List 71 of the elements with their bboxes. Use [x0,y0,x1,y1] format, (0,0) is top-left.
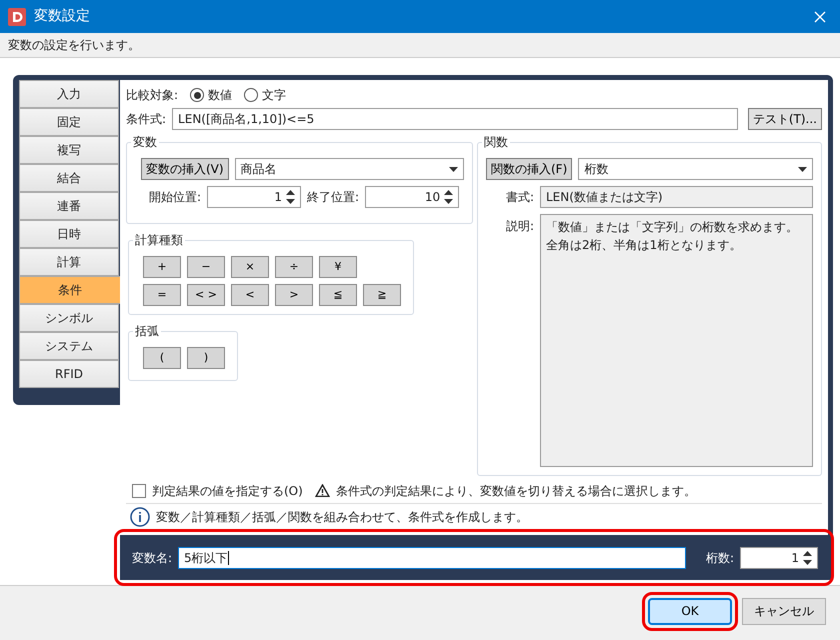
field-label: 桁数: [706,550,734,566]
field-label: 比較対象: [126,87,178,104]
dialog-button[interactable]: キャンセル [742,598,826,624]
category-tab[interactable]: 結合 [19,164,119,192]
operator-button[interactable]: ¥ [319,256,357,278]
group-title: 関数 [483,136,509,148]
spin-value: 1 [274,189,282,206]
operator-button[interactable]: = [143,284,181,306]
variable-name-field[interactable]: 5桁以下 [178,546,686,568]
operator-button[interactable]: ≧ [363,284,401,306]
spin-icon [286,190,296,204]
group-title: 変数 [132,136,158,148]
category-tab[interactable]: 複写 [19,136,119,164]
operator-button[interactable]: × [231,256,269,278]
field-label: 条件式: [126,111,166,128]
group-title: 計算種類 [134,234,184,246]
digits-spinbox[interactable]: 1 [740,546,818,568]
spin-value: 1 [791,550,799,566]
format-field: LEN(数値または文字) [540,186,813,208]
variable-dropdown[interactable]: 商品名 [234,158,464,180]
radio-button[interactable]: 数値 [190,86,232,104]
operator-button[interactable]: < [231,284,269,306]
test-button[interactable]: テスト(T)... [748,108,822,130]
caret-icon [798,166,807,172]
operator-button[interactable]: ÷ [275,256,313,278]
function-dropdown[interactable]: 桁数 [578,158,813,180]
category-tab[interactable]: 入力 [19,80,119,108]
note-text: 条件式の判定結果により、変数値を切り替える場合に選択します。 [336,482,696,500]
operator-button[interactable]: + [143,256,181,278]
window-description: 変数の設定を行います。 [8,37,140,54]
field-label: 書式: [504,189,534,206]
insert-function-button[interactable]: 関数の挿入(F) [486,158,572,180]
bracket-button[interactable]: ( [143,347,181,369]
info-icon [130,507,150,527]
caret-icon [449,166,458,172]
spin-icon [444,190,454,204]
condition-field[interactable]: LEN([商品名,1,10])<=5 [172,108,738,130]
window-title: 変数設定 [34,7,91,26]
field-label: 開始位置: [149,189,202,206]
bracket-button[interactable]: ) [187,347,225,369]
warning-icon [314,484,330,497]
field-label: 終了位置: [307,189,360,206]
group-title: 括弧 [134,325,160,337]
close-icon[interactable] [814,10,826,22]
category-tab[interactable]: 固定 [19,108,119,136]
start-spinbox[interactable]: 1 [207,186,302,208]
field-value: 5桁以下 [184,550,228,566]
spin-value: 10 [424,189,440,206]
dropdown-value: 桁数 [584,161,608,178]
category-tab[interactable]: RFID [19,360,119,388]
info-text: 変数／計算種類／括弧／関数を組み合わせて、条件式を作成します。 [156,509,528,526]
operator-button[interactable]: > [275,284,313,306]
category-tab[interactable]: 計算 [19,248,119,276]
end-spinbox[interactable]: 10 [365,186,460,208]
category-tab[interactable]: シンボル [19,304,119,332]
operator-button[interactable]: < > [187,284,225,306]
spin-icon [803,550,812,564]
app-icon [8,8,26,26]
field-label: 説明: [504,218,534,235]
insert-variable-button[interactable]: 変数の挿入(V) [141,158,229,180]
category-tab[interactable]: システム [19,332,119,360]
operator-button[interactable]: ≦ [319,284,357,306]
operator-button[interactable]: − [187,256,225,278]
category-tab[interactable]: 日時 [19,220,119,248]
checkbox[interactable]: 判定結果の値を指定する(O) [132,482,303,500]
radio-button[interactable]: 文字 [244,86,286,104]
dropdown-value: 商品名 [240,161,277,178]
description-text: 「数値」または「文字列」の桁数を求めます。全角は2桁、半角は1桁となります。 [540,214,813,467]
category-tab[interactable]: 連番 [19,192,119,220]
category-tab[interactable]: 条件 [19,276,121,304]
field-label: 変数名: [132,550,172,566]
